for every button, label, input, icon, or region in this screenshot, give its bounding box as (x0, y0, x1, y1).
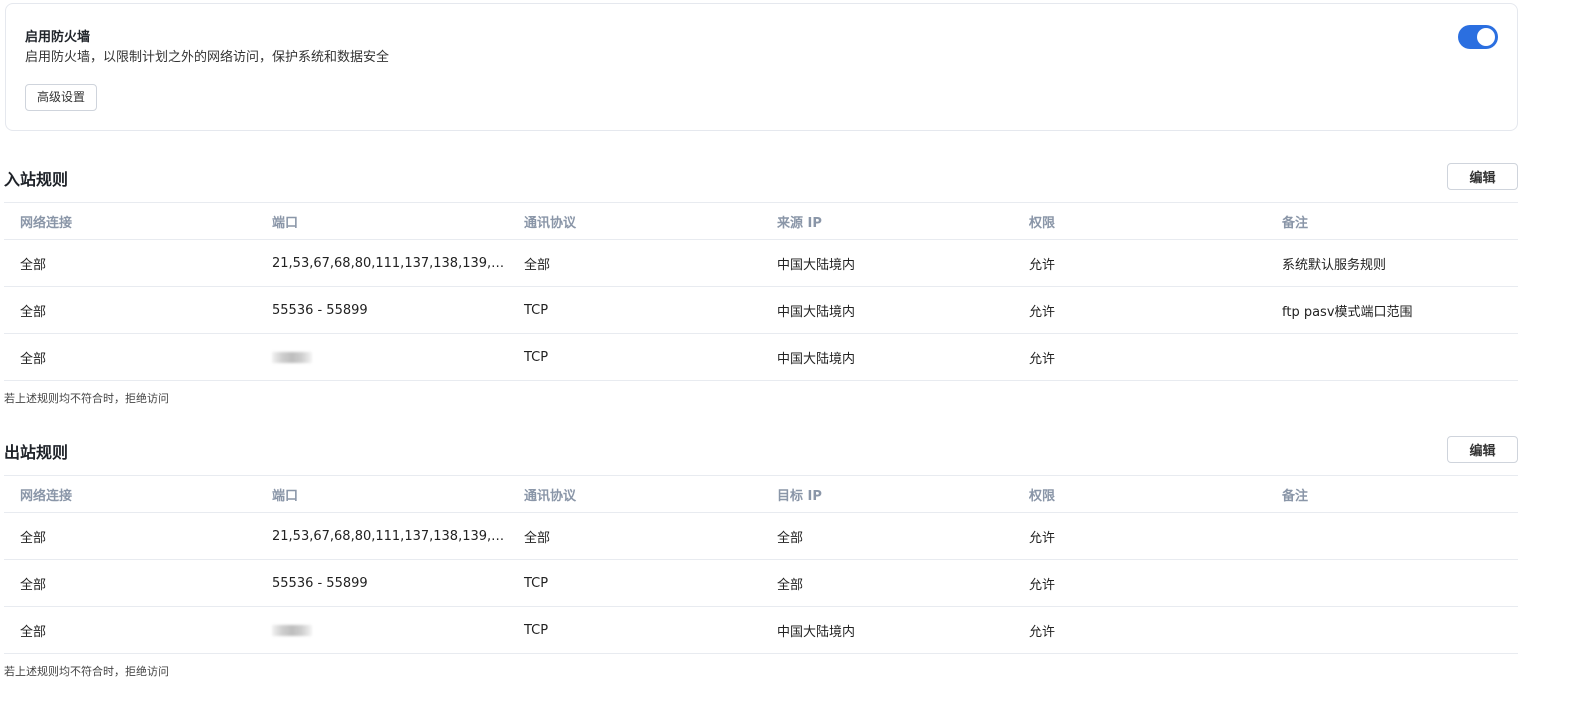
cell-port: 55536 - 55899 (256, 559, 508, 607)
cell-remark: ftp pasv模式端口范围 (1266, 286, 1518, 334)
cell-permission: 允许 (1013, 512, 1266, 560)
cell-protocol: TCP (508, 286, 761, 334)
cell-permission: 允许 (1013, 606, 1266, 654)
cell-port (256, 606, 508, 654)
cell-protocol: TCP (508, 559, 761, 607)
column-header: 端口 (256, 202, 508, 240)
toggle-knob (1477, 28, 1495, 46)
inbound-footnote: 若上述规则均不符合时，拒绝访问 (4, 392, 169, 405)
table-row: 全部 TCP 中国大陆境内 允许 (4, 333, 1518, 381)
cell-connection: 全部 (4, 606, 256, 654)
redacted-port (272, 351, 312, 363)
inbound-edit-button[interactable]: 编辑 (1447, 163, 1518, 190)
table-header-row: 网络连接 端口 通讯协议 来源 IP 权限 备注 (4, 202, 1518, 240)
cell-remark (1266, 512, 1518, 560)
column-header: 端口 (256, 475, 508, 513)
column-header: 网络连接 (4, 475, 256, 513)
cell-remark (1266, 333, 1518, 381)
cell-protocol: 全部 (508, 512, 761, 560)
cell-port: 55536 - 55899 (256, 286, 508, 334)
inbound-rules-table: 网络连接 端口 通讯协议 来源 IP 权限 备注 全部 21,53,67,68,… (4, 202, 1518, 381)
cell-connection: 全部 (4, 559, 256, 607)
table-header-row: 网络连接 端口 通讯协议 目标 IP 权限 备注 (4, 475, 1518, 513)
cell-remark (1266, 559, 1518, 607)
cell-connection: 全部 (4, 512, 256, 560)
cell-ip: 中国大陆境内 (761, 286, 1013, 334)
redacted-port (272, 624, 312, 636)
firewall-description: 启用防火墙，以限制计划之外的网络访问，保护系统和数据安全 (25, 50, 390, 65)
firewall-title: 启用防火墙 (25, 30, 91, 45)
cell-protocol: TCP (508, 606, 761, 654)
firewall-toggle[interactable] (1458, 25, 1498, 49)
cell-permission: 允许 (1013, 239, 1266, 287)
column-header: 权限 (1013, 475, 1266, 513)
cell-protocol: 全部 (508, 239, 761, 287)
cell-protocol: TCP (508, 333, 761, 381)
column-header: 网络连接 (4, 202, 256, 240)
cell-permission: 允许 (1013, 333, 1266, 381)
cell-ip: 中国大陆境内 (761, 333, 1013, 381)
column-header: 通讯协议 (508, 475, 761, 513)
cell-permission: 允许 (1013, 286, 1266, 334)
cell-port: 21,53,67,68,80,111,137,138,139,44... (256, 512, 508, 560)
table-row: 全部 TCP 中国大陆境内 允许 (4, 606, 1518, 654)
outbound-edit-button[interactable]: 编辑 (1447, 436, 1518, 463)
column-header: 通讯协议 (508, 202, 761, 240)
cell-ip: 中国大陆境内 (761, 239, 1013, 287)
column-header: 来源 IP (761, 202, 1013, 240)
advanced-settings-button[interactable]: 高级设置 (25, 84, 98, 111)
inbound-rules-title: 入站规则 (4, 170, 69, 189)
column-header: 备注 (1266, 475, 1518, 513)
table-row: 全部 55536 - 55899 TCP 全部 允许 (4, 559, 1518, 607)
cell-remark (1266, 606, 1518, 654)
table-row: 全部 21,53,67,68,80,111,137,138,139,44... … (4, 512, 1518, 560)
column-header: 目标 IP (761, 475, 1013, 513)
outbound-rules-title: 出站规则 (4, 443, 69, 462)
cell-connection: 全部 (4, 286, 256, 334)
table-row: 全部 21,53,67,68,80,111,137,138,139,44... … (4, 239, 1518, 287)
cell-connection: 全部 (4, 333, 256, 381)
cell-port (256, 333, 508, 381)
column-header: 备注 (1266, 202, 1518, 240)
cell-ip: 全部 (761, 512, 1013, 560)
table-row: 全部 55536 - 55899 TCP 中国大陆境内 允许 ftp pasv模… (4, 286, 1518, 334)
cell-permission: 允许 (1013, 559, 1266, 607)
cell-connection: 全部 (4, 239, 256, 287)
cell-remark: 系统默认服务规则 (1266, 239, 1518, 287)
firewall-card: 启用防火墙 启用防火墙，以限制计划之外的网络访问，保护系统和数据安全 高级设置 (5, 3, 1518, 131)
cell-ip: 中国大陆境内 (761, 606, 1013, 654)
column-header: 权限 (1013, 202, 1266, 240)
outbound-footnote: 若上述规则均不符合时，拒绝访问 (4, 665, 169, 678)
cell-ip: 全部 (761, 559, 1013, 607)
outbound-rules-table: 网络连接 端口 通讯协议 目标 IP 权限 备注 全部 21,53,67,68,… (4, 475, 1518, 654)
cell-port: 21,53,67,68,80,111,137,138,139,44... (256, 239, 508, 287)
